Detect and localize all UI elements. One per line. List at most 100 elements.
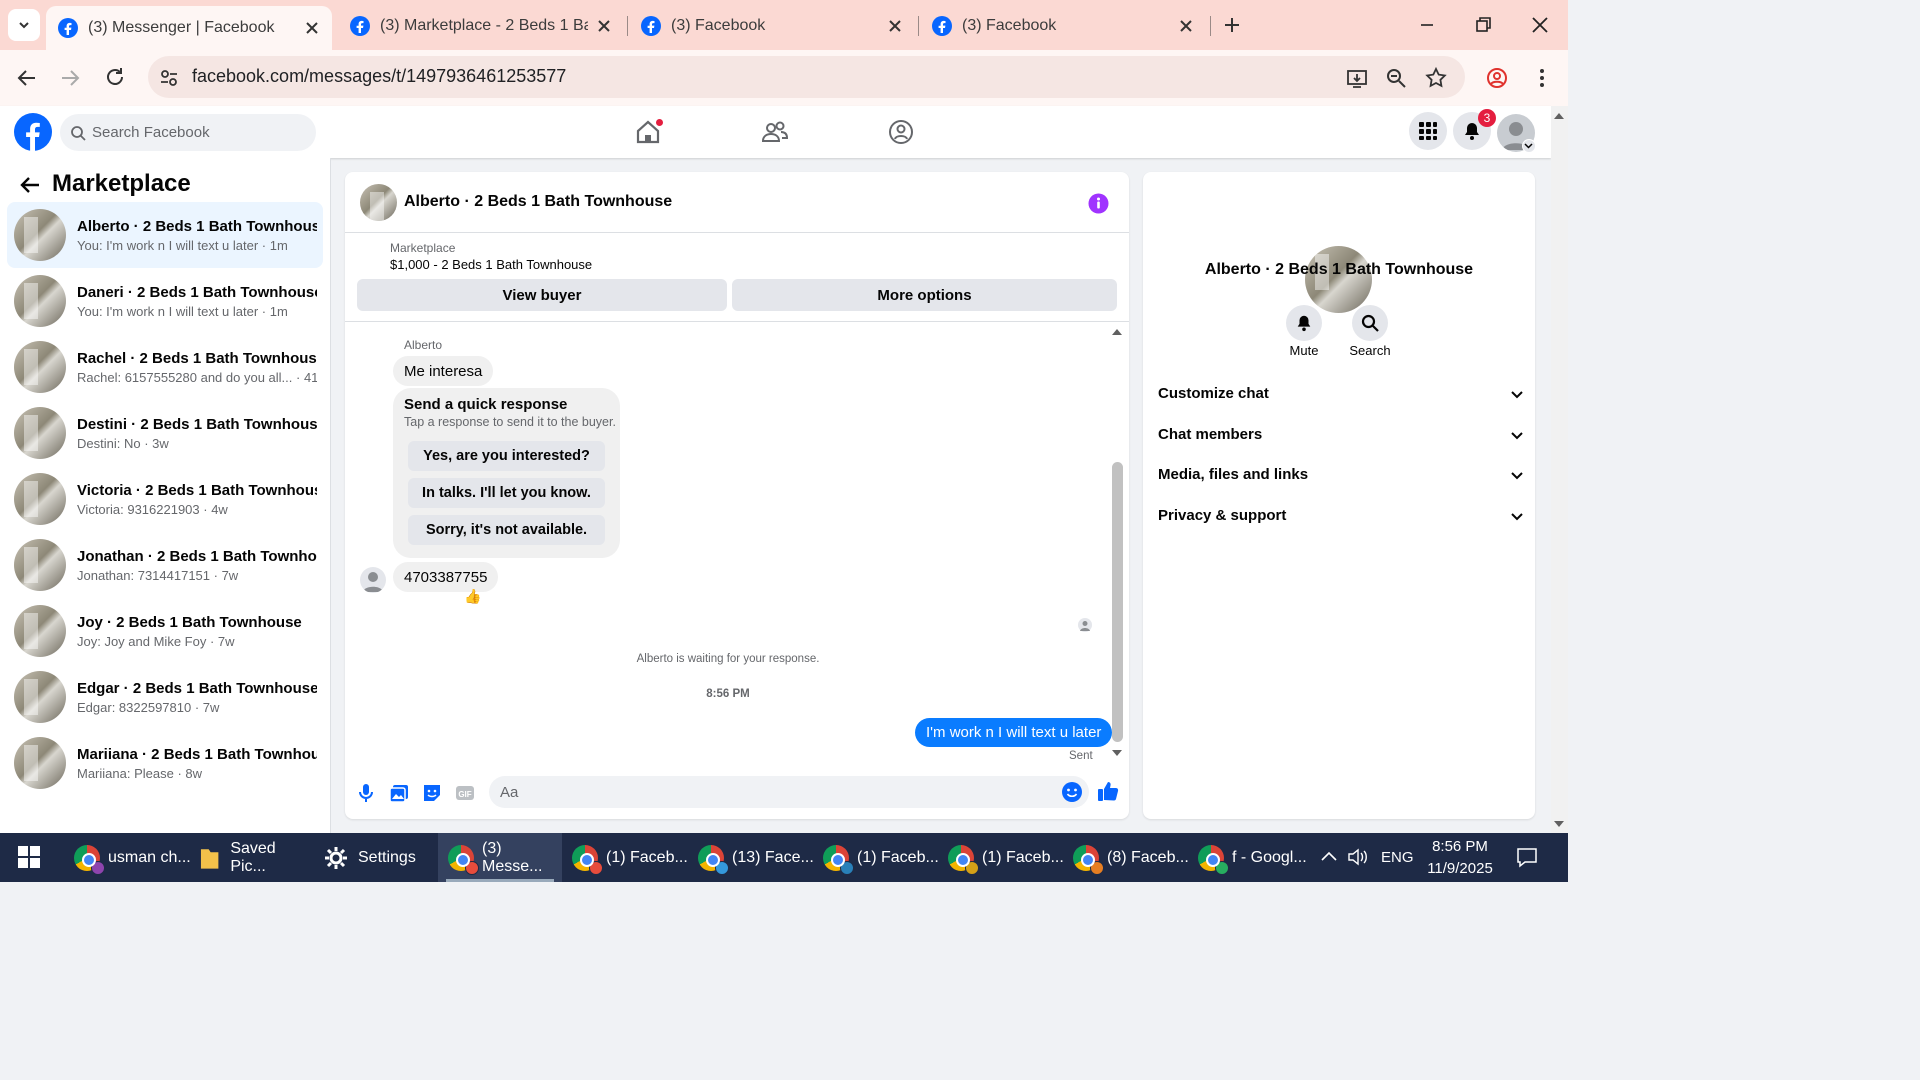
conversation-name: Victoria · 2 Beds 1 Bath Townhouse: [77, 481, 317, 499]
conversation-item[interactable]: Mariiana · 2 Beds 1 Bath Townhouse Mariia…: [7, 730, 323, 796]
taskbar-item[interactable]: (13) Face...: [692, 833, 816, 882]
account-menu-chevron[interactable]: [1522, 139, 1536, 153]
sender-avatar[interactable]: [360, 567, 386, 593]
search-placeholder: Search Facebook: [92, 124, 210, 141]
close-window-icon[interactable]: [1527, 12, 1553, 38]
page-scrollbar[interactable]: [1551, 106, 1568, 833]
privacy-support-section[interactable]: Privacy & support: [1158, 507, 1524, 524]
incoming-message[interactable]: 4703387755: [393, 562, 499, 592]
conversation-item[interactable]: Jonathan · 2 Beds 1 Bath Townhouse Jonath…: [7, 532, 323, 598]
tab-messenger[interactable]: (3) Messenger | Facebook: [46, 6, 332, 50]
microphone-icon[interactable]: [355, 782, 377, 804]
close-tab-icon[interactable]: [1178, 18, 1194, 34]
search-facebook-input[interactable]: Search Facebook: [60, 114, 316, 151]
chat-listing-thumbnail[interactable]: [360, 184, 397, 221]
menu-grid-button[interactable]: [1409, 112, 1447, 150]
profile-icon[interactable]: [1485, 66, 1509, 90]
divider: [345, 232, 1129, 233]
chevron-down-icon: [1524, 143, 1533, 149]
taskbar-clock[interactable]: 8:56 PM 11/9/2025: [1420, 836, 1500, 880]
chat-title[interactable]: Alberto · 2 Beds 1 Bath Townhouse: [404, 193, 672, 211]
taskbar-item[interactable]: (1) Faceb...: [942, 833, 1066, 882]
zoom-icon[interactable]: [1384, 66, 1408, 90]
tab-facebook-1[interactable]: (3) Facebook: [629, 6, 915, 46]
clock-date: 11/9/2025: [1427, 860, 1493, 877]
taskbar-item[interactable]: Settings: [318, 833, 433, 882]
site-settings-icon[interactable]: [157, 66, 181, 90]
scroll-down-arrow-icon[interactable]: [1553, 820, 1565, 828]
chevron-up-icon[interactable]: [1320, 849, 1338, 865]
conversation-item[interactable]: Daneri · 2 Beds 1 Bath Townhouse You: I'm…: [7, 268, 323, 334]
outgoing-message[interactable]: I'm work n I will text u later: [915, 718, 1113, 747]
gif-icon[interactable]: GIF: [454, 782, 476, 804]
taskbar-item[interactable]: (1) Faceb...: [817, 833, 941, 882]
more-options-button[interactable]: More options: [732, 279, 1117, 311]
minimize-icon[interactable]: [1414, 12, 1440, 38]
scroll-down-arrow-icon[interactable]: [1111, 749, 1123, 757]
customize-chat-section[interactable]: Customize chat: [1158, 385, 1524, 402]
tab-search-button[interactable]: [8, 9, 40, 41]
conversation-item[interactable]: Victoria · 2 Beds 1 Bath Townhouse Victor…: [7, 466, 323, 532]
close-tab-icon[interactable]: [596, 18, 612, 34]
listing-thumbnail-large[interactable]: [1305, 246, 1372, 313]
taskbar-item[interactable]: (1) Faceb...: [566, 833, 690, 882]
taskbar-item[interactable]: (8) Faceb...: [1067, 833, 1191, 882]
mute-button[interactable]: [1286, 305, 1322, 341]
groups-icon[interactable]: [887, 118, 915, 146]
listing-thumbnail: [14, 209, 66, 261]
chat-scrollbar-thumb[interactable]: [1112, 462, 1123, 742]
default-avatar-icon: [363, 572, 383, 592]
forward-arrow-icon[interactable]: [56, 64, 84, 92]
listing-price-title[interactable]: $1,000 - 2 Beds 1 Bath Townhouse: [390, 257, 592, 272]
incoming-message[interactable]: Me interesa: [393, 356, 494, 386]
notification-center-icon[interactable]: [1516, 846, 1538, 868]
volume-icon[interactable]: [1347, 847, 1369, 867]
like-thumbs-up-icon[interactable]: [1097, 780, 1119, 802]
conversation-item[interactable]: Destini · 2 Beds 1 Bath Townhouse Destini…: [7, 400, 323, 466]
url-text[interactable]: facebook.com/messages/t/1497936461253577: [192, 66, 566, 87]
conversation-item[interactable]: Rachel · 2 Beds 1 Bath Townhouse Rachel: …: [7, 334, 323, 400]
taskbar-item-active[interactable]: (3) Messe...: [438, 833, 562, 882]
reload-icon[interactable]: [101, 64, 129, 92]
conversation-name: Rachel · 2 Beds 1 Bath Townhouse: [77, 349, 317, 367]
scroll-up-arrow-icon[interactable]: [1111, 328, 1123, 336]
sent-status: Sent: [1069, 750, 1093, 762]
taskbar-item[interactable]: usman ch...: [68, 833, 193, 882]
view-buyer-button[interactable]: View buyer: [357, 279, 727, 311]
bookmark-star-icon[interactable]: [1424, 66, 1448, 90]
windows-start-icon[interactable]: [18, 846, 40, 868]
search-in-chat-button[interactable]: [1352, 305, 1388, 341]
language-indicator[interactable]: ENG: [1381, 849, 1414, 866]
message-input[interactable]: Aa: [489, 776, 1089, 808]
conversation-item[interactable]: Joy · 2 Beds 1 Bath Townhouse Joy: Joy an…: [7, 598, 323, 664]
tab-facebook-2[interactable]: (3) Facebook: [920, 6, 1206, 46]
facebook-logo[interactable]: [14, 113, 52, 151]
restore-icon[interactable]: [1470, 12, 1496, 38]
conversation-item[interactable]: Edgar · 2 Beds 1 Bath Townhouse Edgar: 83…: [7, 664, 323, 730]
taskbar-label: (13) Face...: [732, 848, 814, 866]
back-arrow-icon[interactable]: [19, 174, 41, 196]
close-tab-icon[interactable]: [887, 18, 903, 34]
quick-response-button[interactable]: Sorry, it's not available.: [408, 515, 605, 545]
media-files-links-section[interactable]: Media, files and links: [1158, 466, 1524, 483]
info-icon[interactable]: [1088, 193, 1109, 214]
taskbar-label: (1) Faceb...: [857, 848, 939, 866]
taskbar-item[interactable]: Saved Pic...: [193, 833, 313, 882]
emoji-icon[interactable]: [1061, 781, 1083, 803]
friends-icon[interactable]: [761, 118, 789, 146]
chat-members-section[interactable]: Chat members: [1158, 426, 1524, 443]
install-app-icon[interactable]: [1345, 66, 1369, 90]
tab-marketplace[interactable]: (3) Marketplace - 2 Beds 1 Bath: [338, 6, 624, 46]
browser-menu-icon[interactable]: [1530, 66, 1554, 90]
scroll-up-arrow-icon[interactable]: [1553, 112, 1565, 120]
back-arrow-icon[interactable]: [13, 64, 41, 92]
taskbar-item[interactable]: f - Googl...: [1192, 833, 1310, 882]
quick-response-button[interactable]: Yes, are you interested?: [408, 441, 605, 471]
close-tab-icon[interactable]: [304, 20, 320, 36]
thumbs-up-reaction[interactable]: 👍: [464, 588, 481, 605]
photo-icon[interactable]: [388, 782, 410, 804]
quick-response-button[interactable]: In talks. I'll let you know.: [408, 478, 605, 508]
sticker-icon[interactable]: [421, 782, 443, 804]
conversation-item[interactable]: Alberto · 2 Beds 1 Bath Townhouse You: I'…: [7, 202, 323, 268]
new-tab-icon[interactable]: [1222, 15, 1242, 35]
